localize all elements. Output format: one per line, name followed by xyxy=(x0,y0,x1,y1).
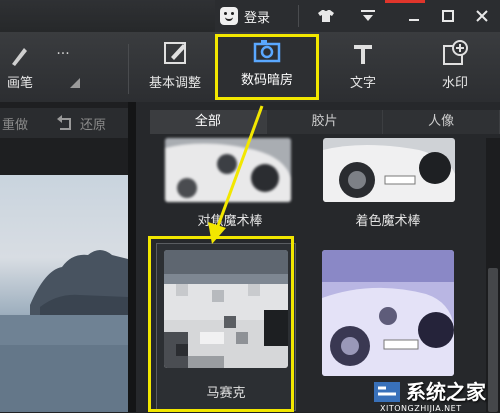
selection-highlight xyxy=(148,236,294,412)
restore-button[interactable]: 还原 xyxy=(80,114,106,133)
login-label: 登录 xyxy=(244,10,271,26)
thumb-color-wand[interactable] xyxy=(323,138,455,202)
tool-brush-label: 画笔 xyxy=(6,76,33,91)
tool-digital-darkroom[interactable]: 数码暗房 xyxy=(215,34,319,100)
login-button[interactable]: 登录 xyxy=(220,4,270,28)
tool-basic-adjust-label: 基本调整 xyxy=(148,76,201,91)
site-name: 系统之家 xyxy=(406,380,486,404)
tab-film[interactable]: 胶片 xyxy=(266,110,384,134)
tool-text-label: 文字 xyxy=(349,76,376,91)
more-label: ... xyxy=(56,42,70,58)
skin-icon[interactable] xyxy=(312,4,340,28)
tool-more[interactable]: ... xyxy=(48,34,80,100)
site-watermark: 系统之家 XITONGZHIJIA.NET xyxy=(368,378,500,413)
title-bar-left xyxy=(0,0,215,32)
tab-all[interactable]: 全部 xyxy=(150,110,267,134)
divider xyxy=(128,44,129,94)
panel-divider[interactable] xyxy=(128,102,136,412)
divider xyxy=(298,5,299,27)
tool-text[interactable]: 文字 xyxy=(322,34,404,100)
caption-focus-wand: 对焦魔术棒 xyxy=(197,214,263,229)
tool-watermark-label: 水印 xyxy=(441,76,468,91)
menu-icon[interactable] xyxy=(354,4,382,28)
accent-bar xyxy=(385,0,425,3)
tool-basic-adjust[interactable]: 基本调整 xyxy=(134,34,216,100)
redo-button[interactable]: 重做 xyxy=(2,114,28,133)
close-icon[interactable] xyxy=(468,4,496,28)
restore-icon[interactable] xyxy=(56,113,74,131)
island-landscape xyxy=(0,250,128,412)
minimize-icon[interactable] xyxy=(400,4,428,28)
maximize-icon[interactable] xyxy=(434,4,462,28)
car-image xyxy=(165,138,291,202)
expand-corner-icon xyxy=(70,78,80,88)
tool-digital-darkroom-label: 数码暗房 xyxy=(240,73,293,88)
tool-watermark[interactable]: 水印 xyxy=(414,34,496,100)
smiley-icon xyxy=(220,7,238,25)
effect-tabs: 全部 胶片 人像 xyxy=(150,110,500,134)
caption-color-wand: 着色魔术棒 xyxy=(355,214,421,229)
car-image xyxy=(323,138,455,202)
tab-portrait[interactable]: 人像 xyxy=(383,110,500,134)
tool-brush[interactable]: 画笔 xyxy=(0,34,40,100)
car-image xyxy=(322,250,454,376)
thumb-focus-wand[interactable] xyxy=(165,138,291,202)
photo-preview xyxy=(0,175,128,412)
thumb-purple-tone[interactable] xyxy=(322,250,454,376)
